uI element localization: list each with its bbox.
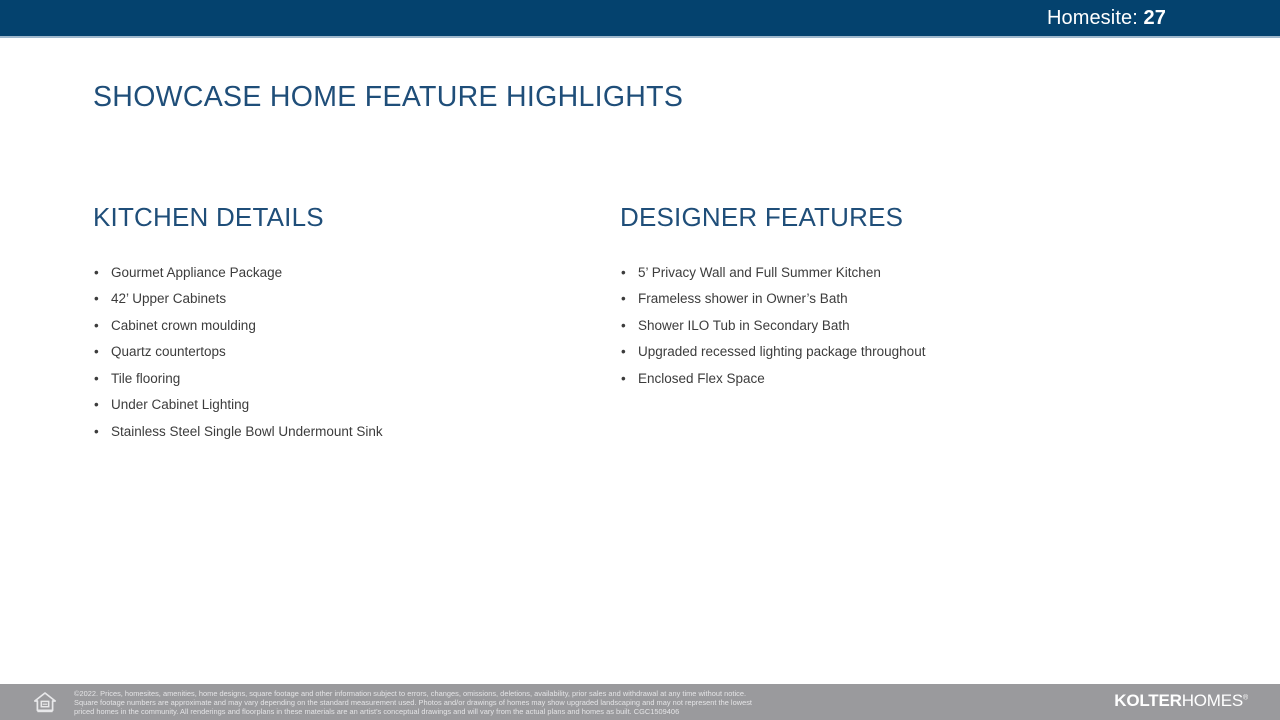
list-item: • Tile flooring xyxy=(93,366,593,393)
list-item-label: Under Cabinet Lighting xyxy=(111,397,250,413)
bullet-icon: • xyxy=(94,317,99,333)
bullet-icon: • xyxy=(621,370,626,386)
equal-housing-opportunity-icon xyxy=(33,690,57,714)
bullet-icon: • xyxy=(621,344,626,360)
registered-trademark-icon: ® xyxy=(1243,694,1248,702)
list-item: • Upgraded recessed lighting package thr… xyxy=(620,339,1120,366)
logo-light-text: HOMES xyxy=(1181,691,1244,710)
top-header-bar: Homesite: 27 xyxy=(0,0,1280,38)
kitchen-details-list: • Gourmet Appliance Package • 42’ Upper … xyxy=(93,260,593,446)
bullet-icon: • xyxy=(621,264,626,280)
homesite-number-value: 27 xyxy=(1143,6,1166,29)
bullet-icon: • xyxy=(94,370,99,386)
list-item-label: Upgraded recessed lighting package throu… xyxy=(638,344,926,360)
bullet-icon: • xyxy=(621,291,626,307)
kolter-homes-logo: KOLTERHOMES® xyxy=(1114,691,1248,711)
legal-disclaimer: ©2022. Prices, homesites, amenities, hom… xyxy=(74,689,1084,716)
list-item-label: 5’ Privacy Wall and Full Summer Kitchen xyxy=(638,264,881,280)
bullet-icon: • xyxy=(94,423,99,439)
list-item: • 5’ Privacy Wall and Full Summer Kitche… xyxy=(620,260,1120,287)
bullet-icon: • xyxy=(94,344,99,360)
list-item: • 42’ Upper Cabinets xyxy=(93,286,593,313)
list-item-label: Gourmet Appliance Package xyxy=(111,264,283,280)
list-item-label: Tile flooring xyxy=(111,370,181,386)
kitchen-details-column: KITCHEN DETAILS • Gourmet Appliance Pack… xyxy=(93,203,593,445)
designer-features-list: • 5’ Privacy Wall and Full Summer Kitche… xyxy=(620,260,1120,393)
disclaimer-line: priced homes in the community. All rende… xyxy=(74,707,680,717)
disclaimer-line: ©2022. Prices, homesites, amenities, hom… xyxy=(74,689,747,698)
list-item-label: Cabinet crown moulding xyxy=(111,317,256,333)
list-item-label: Enclosed Flex Space xyxy=(638,370,765,386)
list-item: • Gourmet Appliance Package xyxy=(93,260,593,287)
list-item-label: Quartz countertops xyxy=(111,344,226,360)
disclaimer-line: Square footage numbers are approximate a… xyxy=(74,698,752,708)
list-item-label: Frameless shower in Owner’s Bath xyxy=(638,291,848,307)
bullet-icon: • xyxy=(94,291,99,307)
list-item-label: Shower ILO Tub in Secondary Bath xyxy=(638,317,850,333)
designer-features-column: DESIGNER FEATURES • 5’ Privacy Wall and … xyxy=(620,203,1120,392)
bullet-icon: • xyxy=(621,317,626,333)
list-item-label: Stainless Steel Single Bowl Undermount S… xyxy=(111,423,383,439)
page-title: SHOWCASE HOME FEATURE HIGHLIGHTS xyxy=(93,81,684,113)
homesite-label-text: Homesite: xyxy=(1046,6,1138,29)
list-item: • Frameless shower in Owner’s Bath xyxy=(620,286,1120,313)
list-item: • Cabinet crown moulding xyxy=(93,313,593,340)
list-item: • Stainless Steel Single Bowl Undermount… xyxy=(93,419,593,446)
designer-features-heading: DESIGNER FEATURES xyxy=(620,202,904,232)
list-item-label: 42’ Upper Cabinets xyxy=(111,291,227,307)
bullet-icon: • xyxy=(94,264,99,280)
list-item: • Shower ILO Tub in Secondary Bath xyxy=(620,313,1120,340)
list-item: • Under Cabinet Lighting xyxy=(93,392,593,419)
homesite-indicator: Homesite: 27 xyxy=(1047,7,1280,30)
list-item: • Quartz countertops xyxy=(93,339,593,366)
list-item: • Enclosed Flex Space xyxy=(620,366,1120,393)
logo-bold-text: KOLTER xyxy=(1114,691,1182,710)
kitchen-details-heading: KITCHEN DETAILS xyxy=(93,202,324,232)
bullet-icon: • xyxy=(94,397,99,413)
